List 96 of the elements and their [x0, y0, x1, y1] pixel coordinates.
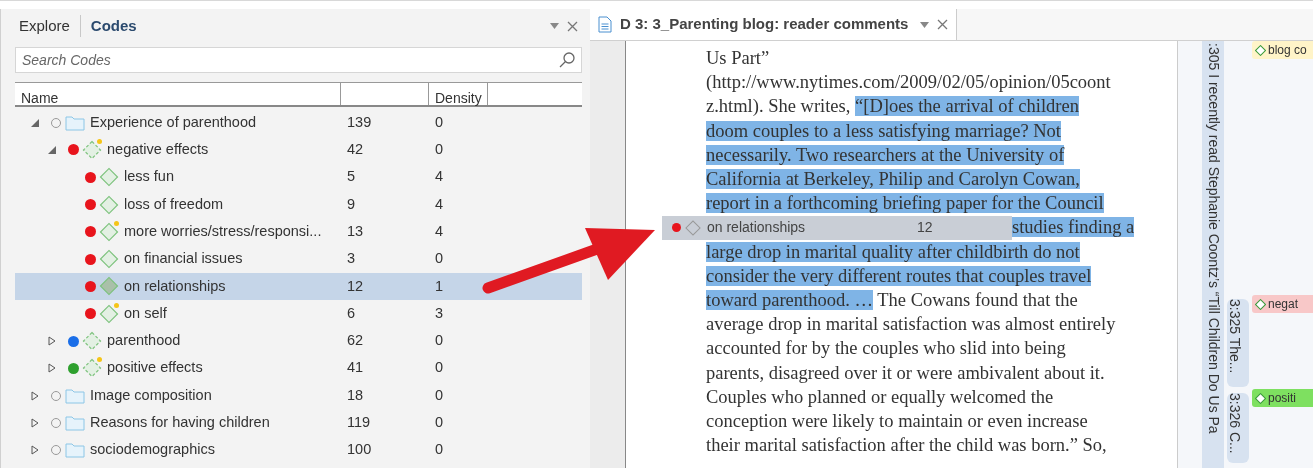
count-cell-text: 41 — [346, 358, 365, 378]
text-line: Couples who planned or equally welcomed the — [706, 385, 1054, 409]
text-line: conception were likely to maintain or even increase — [706, 410, 1088, 434]
column-header[interactable]: Name — [15, 83, 341, 105]
text-line: z.html). She writes, “[D]oes the arrival of children — [706, 95, 1079, 119]
density-cell-text: 0 — [434, 331, 445, 351]
tree-row[interactable]: Reasons for having children 119 0 — [15, 409, 582, 437]
count-cell-text: 3 — [346, 249, 357, 269]
code-name: Experience of parenthood — [90, 112, 257, 132]
count-cell-text: 62 — [346, 331, 365, 351]
search-icon[interactable] — [558, 51, 576, 69]
density-cell-text: 0 — [434, 249, 445, 269]
close-icon[interactable] — [937, 19, 949, 30]
count-cell-text: 12 — [346, 276, 365, 296]
code-name: on financial issues — [124, 249, 243, 269]
expand-toggle-icon[interactable] — [31, 417, 39, 428]
tree-row[interactable]: parenthood 62 0 — [15, 327, 582, 355]
text-line: their marital satisfaction after the child was born.” So, — [706, 434, 1107, 458]
code-icon — [685, 219, 701, 236]
tree-row[interactable]: loss of freedom 9 4 — [15, 190, 582, 219]
expand-toggle-icon[interactable] — [48, 363, 56, 374]
density-cell-text: 4 — [434, 167, 445, 187]
density-cell-text: 0 — [434, 385, 445, 405]
tree-row[interactable]: Experience of parenthood 139 0 — [15, 109, 582, 137]
text-line: toward parenthood. … The Cowans found that the — [706, 289, 1078, 313]
code-icon — [1255, 298, 1266, 310]
density-cell-text: 1 — [434, 276, 445, 296]
collapse-toggle-icon[interactable] — [31, 118, 39, 127]
code-name: negative effects — [107, 140, 209, 160]
code-name: less fun — [124, 167, 174, 187]
tree-row[interactable]: Image composition 18 0 — [15, 381, 582, 410]
code-tag[interactable]: negat — [1252, 295, 1313, 313]
count-cell-text: 6 — [346, 303, 357, 323]
tree-row[interactable]: negative effects 42 0 — [15, 136, 582, 164]
text-line: average drop in marital satisfaction was almost entirely — [706, 313, 1116, 337]
count-cell-text: 139 — [346, 112, 373, 132]
tree-row[interactable]: less fun 5 4 — [15, 163, 582, 191]
code-name: Reasons for having children — [90, 413, 270, 433]
code-name: positive effects — [107, 358, 203, 378]
density-cell-text: 0 — [434, 413, 445, 433]
expand-toggle-icon[interactable] — [31, 390, 39, 401]
density-cell-text: 0 — [434, 358, 445, 378]
expand-toggle-icon[interactable] — [31, 445, 39, 456]
panel-tab[interactable]: Explore — [15, 14, 80, 38]
code-tag[interactable]: blog co — [1252, 41, 1313, 59]
text-line: Us Part” — [706, 47, 770, 70]
count-cell-text: 18 — [346, 385, 365, 405]
tree-row[interactable]: on financial issues 3 0 — [15, 245, 582, 273]
dropdown-caret-icon[interactable] — [920, 21, 930, 28]
code-name: parenthood — [107, 331, 181, 351]
tree-row[interactable]: sociodemographics 100 0 — [15, 436, 582, 464]
drag-ghost: on relationships 12 — [662, 215, 1012, 240]
count-cell-text: 119 — [346, 413, 372, 433]
tree-row[interactable]: on relationships 12 1 — [15, 272, 582, 301]
count-cell-text: 9 — [346, 194, 357, 214]
count-cell-text: 42 — [346, 140, 365, 160]
density-cell-text: 4 — [434, 221, 445, 241]
code-name: on self — [124, 303, 167, 323]
document-icon — [598, 16, 612, 33]
density-cell-text: 0 — [434, 440, 445, 460]
code-icon — [1255, 44, 1266, 56]
folder-icon — [65, 114, 85, 131]
folder-icon — [65, 442, 85, 459]
tree-row[interactable]: more worries/stress/responsi... 13 4 — [15, 218, 582, 246]
collapse-toggle-icon[interactable] — [48, 145, 56, 154]
column-header[interactable]: Density — [429, 83, 488, 105]
code-tag[interactable]: positi — [1252, 389, 1313, 407]
quotation-bubble[interactable]: 3:325 The... — [1227, 299, 1249, 387]
count-cell-text: 5 — [346, 167, 357, 187]
panel-tab[interactable]: Codes — [79, 14, 141, 38]
density-cell-text: 0 — [434, 112, 445, 132]
code-name: on relationships — [124, 276, 226, 296]
code-name: Image composition — [90, 385, 212, 405]
code-name: sociodemographics — [90, 440, 215, 460]
code-icon — [1255, 392, 1266, 404]
count-cell-text: 13 — [346, 221, 365, 241]
quotation-bar[interactable]: :305 I recently read Stephanie Coontz’s “Till Children Do Us Pa — [1202, 41, 1224, 468]
code-name: more worries/stress/responsi... — [124, 221, 322, 241]
search-field[interactable]: Search Codes — [15, 47, 582, 73]
dropdown-caret-icon[interactable] — [550, 23, 559, 29]
density-cell-text: 4 — [434, 194, 445, 214]
tree-row[interactable]: on self 6 3 — [15, 300, 582, 328]
text-line: parents, disagreed over it or were ambivalent about it. — [706, 361, 1105, 385]
quotation-bubble[interactable]: 3:326 C... — [1227, 393, 1249, 463]
text-line: accounted for by the couples who slid into being — [706, 337, 1066, 361]
density-cell-text: 3 — [434, 303, 445, 323]
tree-row[interactable]: positive effects 41 0 — [15, 354, 582, 382]
text-line: (http://www.nytimes.com/2009/02/05/opinion/05coont — [706, 71, 1111, 95]
expand-toggle-icon[interactable] — [48, 336, 56, 346]
density-cell-text: 0 — [434, 140, 445, 160]
document-tab[interactable]: D 3: 3_Parenting blog: reader comments — [590, 9, 958, 40]
close-icon[interactable] — [567, 20, 578, 32]
code-name: loss of freedom — [124, 194, 224, 214]
folder-icon — [65, 387, 85, 404]
folder-icon — [65, 414, 85, 431]
count-cell-text: 100 — [346, 440, 373, 460]
